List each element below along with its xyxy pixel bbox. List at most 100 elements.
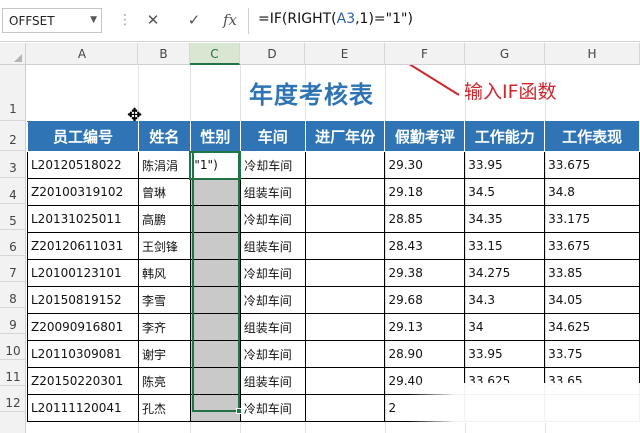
column-header-c[interactable]: C bbox=[190, 43, 240, 65]
chevron-down-icon[interactable]: ▼ bbox=[90, 15, 97, 25]
cell-employee-id[interactable]: Z20120611031 bbox=[27, 232, 139, 260]
cell-gender[interactable]: "1") bbox=[189, 150, 242, 180]
header-attendance[interactable]: 假勤考评 bbox=[384, 121, 466, 152]
cell-entry-year[interactable] bbox=[304, 151, 386, 179]
name-box[interactable]: OFFSET ▼ bbox=[2, 8, 102, 33]
cell-entry-year[interactable] bbox=[304, 286, 386, 314]
header-employee-id[interactable]: 员工编号 bbox=[27, 121, 139, 152]
header-ability[interactable]: 工作能力 bbox=[464, 121, 546, 152]
row-header-12[interactable]: 12 bbox=[0, 386, 26, 412]
column-header-g[interactable]: G bbox=[465, 43, 545, 65]
cell-gender[interactable] bbox=[189, 286, 241, 314]
cell-performance[interactable]: 33.675 bbox=[544, 232, 640, 260]
cell-performance[interactable]: 33.75 bbox=[544, 340, 640, 368]
cell-ability[interactable]: 33.15 bbox=[464, 232, 546, 260]
cell-entry-year[interactable] bbox=[304, 394, 386, 422]
cell-name[interactable]: 谢宇 bbox=[137, 340, 191, 368]
cell-ability[interactable]: 34 bbox=[464, 313, 546, 341]
cell-workshop[interactable]: 冷却车间 bbox=[239, 340, 306, 368]
cell-name[interactable]: 孔杰 bbox=[137, 394, 191, 422]
cell-employee-id[interactable]: L20131025011 bbox=[27, 205, 139, 233]
cell-performance[interactable]: 33.175 bbox=[544, 205, 640, 233]
row-header-6[interactable]: 6 bbox=[0, 230, 26, 256]
cell-performance[interactable]: 33.85 bbox=[544, 259, 640, 287]
cell-name[interactable]: 李齐 bbox=[137, 313, 191, 341]
header-workshop[interactable]: 车间 bbox=[239, 121, 306, 152]
cell-employee-id[interactable]: L20110309081 bbox=[27, 340, 139, 368]
cell-gender[interactable] bbox=[189, 367, 241, 395]
cell-attendance[interactable]: 28.43 bbox=[384, 232, 466, 260]
cell-attendance[interactable]: 29.18 bbox=[384, 178, 466, 206]
cell-entry-year[interactable] bbox=[304, 367, 386, 395]
row-header-5[interactable]: 5 bbox=[0, 204, 26, 230]
cell-workshop[interactable]: 组装车间 bbox=[239, 313, 306, 341]
cell-entry-year[interactable] bbox=[304, 232, 386, 260]
cell-entry-year[interactable] bbox=[304, 313, 386, 341]
cell-ability[interactable]: 33.95 bbox=[464, 151, 546, 179]
cell-employee-id[interactable]: L20111120041 bbox=[27, 394, 139, 422]
column-header-d[interactable]: D bbox=[240, 43, 305, 65]
cell-ability[interactable]: 34.3 bbox=[464, 286, 546, 314]
cell-gender[interactable] bbox=[189, 340, 241, 368]
cell-workshop[interactable]: 冷却车间 bbox=[239, 286, 306, 314]
row-header-4[interactable]: 4 bbox=[0, 178, 26, 204]
cell-performance[interactable]: 33.675 bbox=[544, 151, 640, 179]
cell-gender[interactable] bbox=[189, 232, 241, 260]
column-header-f[interactable]: F bbox=[385, 43, 465, 65]
cell-entry-year[interactable] bbox=[304, 340, 386, 368]
confirm-icon[interactable]: ✓ bbox=[182, 9, 206, 31]
cell-employee-id[interactable]: Z20090916801 bbox=[27, 313, 139, 341]
cell-name[interactable]: 王剑锋 bbox=[137, 232, 191, 260]
cell-workshop[interactable]: 冷却车间 bbox=[239, 151, 306, 179]
cell-gender[interactable] bbox=[189, 205, 241, 233]
cell-workshop[interactable]: 冷却车间 bbox=[239, 259, 306, 287]
cell-performance[interactable]: 34.05 bbox=[544, 286, 640, 314]
fill-handle[interactable] bbox=[236, 408, 242, 414]
cell-workshop[interactable]: 冷却车间 bbox=[239, 205, 306, 233]
cell-gender[interactable] bbox=[189, 313, 241, 341]
header-performance[interactable]: 工作表现 bbox=[544, 121, 640, 152]
cell-entry-year[interactable] bbox=[304, 259, 386, 287]
header-name[interactable]: 姓名 bbox=[137, 121, 191, 152]
row-header-2[interactable]: 2 bbox=[0, 121, 26, 151]
header-gender[interactable]: 性别 bbox=[189, 121, 241, 152]
cell-attendance[interactable]: 28.90 bbox=[384, 340, 466, 368]
cell-attendance[interactable]: 29.68 bbox=[384, 286, 466, 314]
cell-employee-id[interactable]: Z20100319102 bbox=[27, 178, 139, 206]
cell-workshop[interactable]: 组装车间 bbox=[239, 178, 306, 206]
cell-attendance[interactable]: 29.38 bbox=[384, 259, 466, 287]
cell-ability[interactable]: 34.5 bbox=[464, 178, 546, 206]
cell-employee-id[interactable]: Z20150220301 bbox=[27, 367, 139, 395]
cell-performance[interactable]: 34.625 bbox=[544, 313, 640, 341]
select-all-button[interactable] bbox=[0, 43, 26, 65]
row-header-10[interactable]: 10 bbox=[0, 334, 26, 360]
column-header-a[interactable]: A bbox=[27, 43, 138, 65]
cell-gender[interactable] bbox=[189, 178, 241, 206]
cell-gender[interactable] bbox=[189, 259, 241, 287]
cell-performance[interactable]: 34.8 bbox=[544, 178, 640, 206]
row-header-7[interactable]: 7 bbox=[0, 256, 26, 282]
header-entry-year[interactable]: 进厂年份 bbox=[304, 121, 386, 152]
column-header-h[interactable]: H bbox=[545, 43, 640, 65]
cell-ability[interactable]: 34.35 bbox=[464, 205, 546, 233]
cell-attendance[interactable]: 28.85 bbox=[384, 205, 466, 233]
row-header-3[interactable]: 3 bbox=[0, 151, 26, 178]
cell-attendance[interactable]: 29.13 bbox=[384, 313, 466, 341]
cell-employee-id[interactable]: L20100123101 bbox=[27, 259, 139, 287]
cell-name[interactable]: 陈亮 bbox=[137, 367, 191, 395]
cell-gender[interactable] bbox=[189, 394, 241, 422]
cell-workshop[interactable]: 组装车间 bbox=[239, 367, 306, 395]
cell-employee-id[interactable]: L20120518022 bbox=[27, 151, 139, 179]
cell-entry-year[interactable] bbox=[304, 205, 386, 233]
cell-workshop[interactable]: 冷却车间 bbox=[239, 394, 306, 422]
cell-name[interactable]: 陈涓涓 bbox=[137, 151, 191, 179]
row-header-11[interactable]: 11 bbox=[0, 360, 26, 386]
cell-name[interactable]: 曾琳 bbox=[137, 178, 191, 206]
formula-input[interactable]: =IF(RIGHT(A3,1)="1") bbox=[258, 11, 413, 27]
cell-ability[interactable]: 34.275 bbox=[464, 259, 546, 287]
column-header-b[interactable]: B bbox=[138, 43, 190, 65]
column-header-e[interactable]: E bbox=[305, 43, 385, 65]
cell-employee-id[interactable]: L20150819152 bbox=[27, 286, 139, 314]
row-header-1[interactable]: 1 bbox=[0, 65, 26, 121]
cell-workshop[interactable]: 组装车间 bbox=[239, 232, 306, 260]
